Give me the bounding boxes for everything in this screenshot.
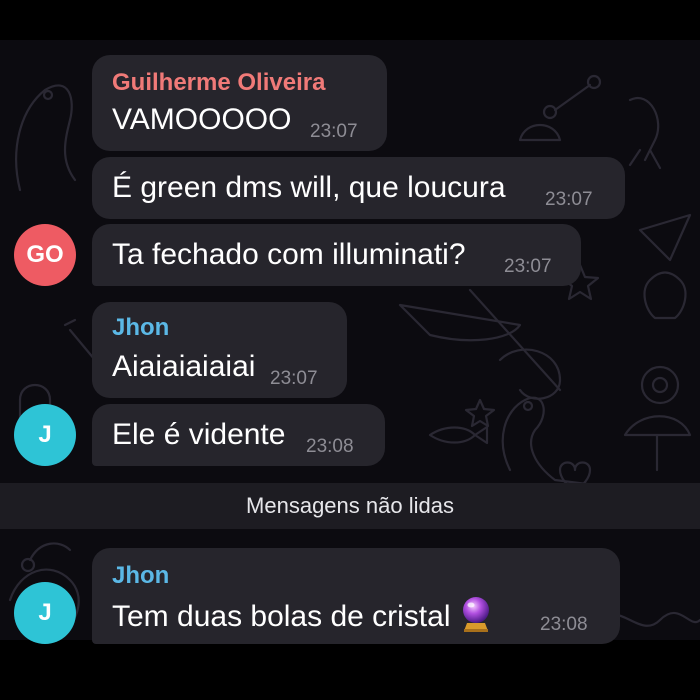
message-timestamp: 23:08 bbox=[540, 614, 588, 635]
message-bubble[interactable]: Jhon Aiaiaiaiaiai 23:07 bbox=[92, 302, 347, 398]
avatar-initials: GO bbox=[26, 241, 64, 268]
message-bubble[interactable]: É green dms will, que loucura 23:07 bbox=[92, 157, 625, 219]
message-timestamp: 23:07 bbox=[310, 121, 358, 142]
message-text-content: Tem duas bolas de cristal bbox=[112, 600, 451, 633]
divider-label: Mensagens não lidas bbox=[246, 493, 454, 518]
unread-messages-divider: Mensagens não lidas bbox=[0, 483, 700, 529]
message-bubble[interactable]: Ta fechado com illuminati? 23:07 bbox=[92, 224, 581, 286]
message-bubble[interactable]: Ele é vidente 23:08 bbox=[92, 404, 385, 466]
avatar[interactable]: J bbox=[14, 582, 76, 644]
message-text: Aiaiaiaiaiai bbox=[112, 350, 256, 383]
message-text: Ele é vidente bbox=[112, 418, 286, 451]
message-timestamp: 23:08 bbox=[306, 436, 354, 457]
avatar[interactable]: GO bbox=[14, 224, 76, 286]
message-bubble[interactable]: Jhon Tem duas bolas de cristal 23:08 bbox=[92, 548, 620, 644]
sender-name[interactable]: Jhon bbox=[112, 314, 169, 342]
message-text: Tem duas bolas de cristal bbox=[112, 596, 491, 640]
message-text: É green dms will, que loucura bbox=[112, 171, 506, 204]
message-timestamp: 23:07 bbox=[504, 256, 552, 277]
crystal-ball-icon bbox=[461, 596, 491, 640]
message-timestamp: 23:07 bbox=[270, 368, 318, 389]
message-bubble[interactable]: Guilherme Oliveira VAMOOOOO 23:07 bbox=[92, 55, 387, 151]
sender-name[interactable]: Guilherme Oliveira bbox=[112, 69, 325, 97]
avatar[interactable]: J bbox=[14, 404, 76, 466]
sender-name[interactable]: Jhon bbox=[112, 562, 169, 590]
message-timestamp: 23:07 bbox=[545, 189, 593, 210]
avatar-initials: J bbox=[38, 421, 52, 448]
message-text: Ta fechado com illuminati? bbox=[112, 238, 466, 271]
avatar-initials: J bbox=[38, 599, 52, 626]
message-text: VAMOOOOO bbox=[112, 103, 292, 136]
